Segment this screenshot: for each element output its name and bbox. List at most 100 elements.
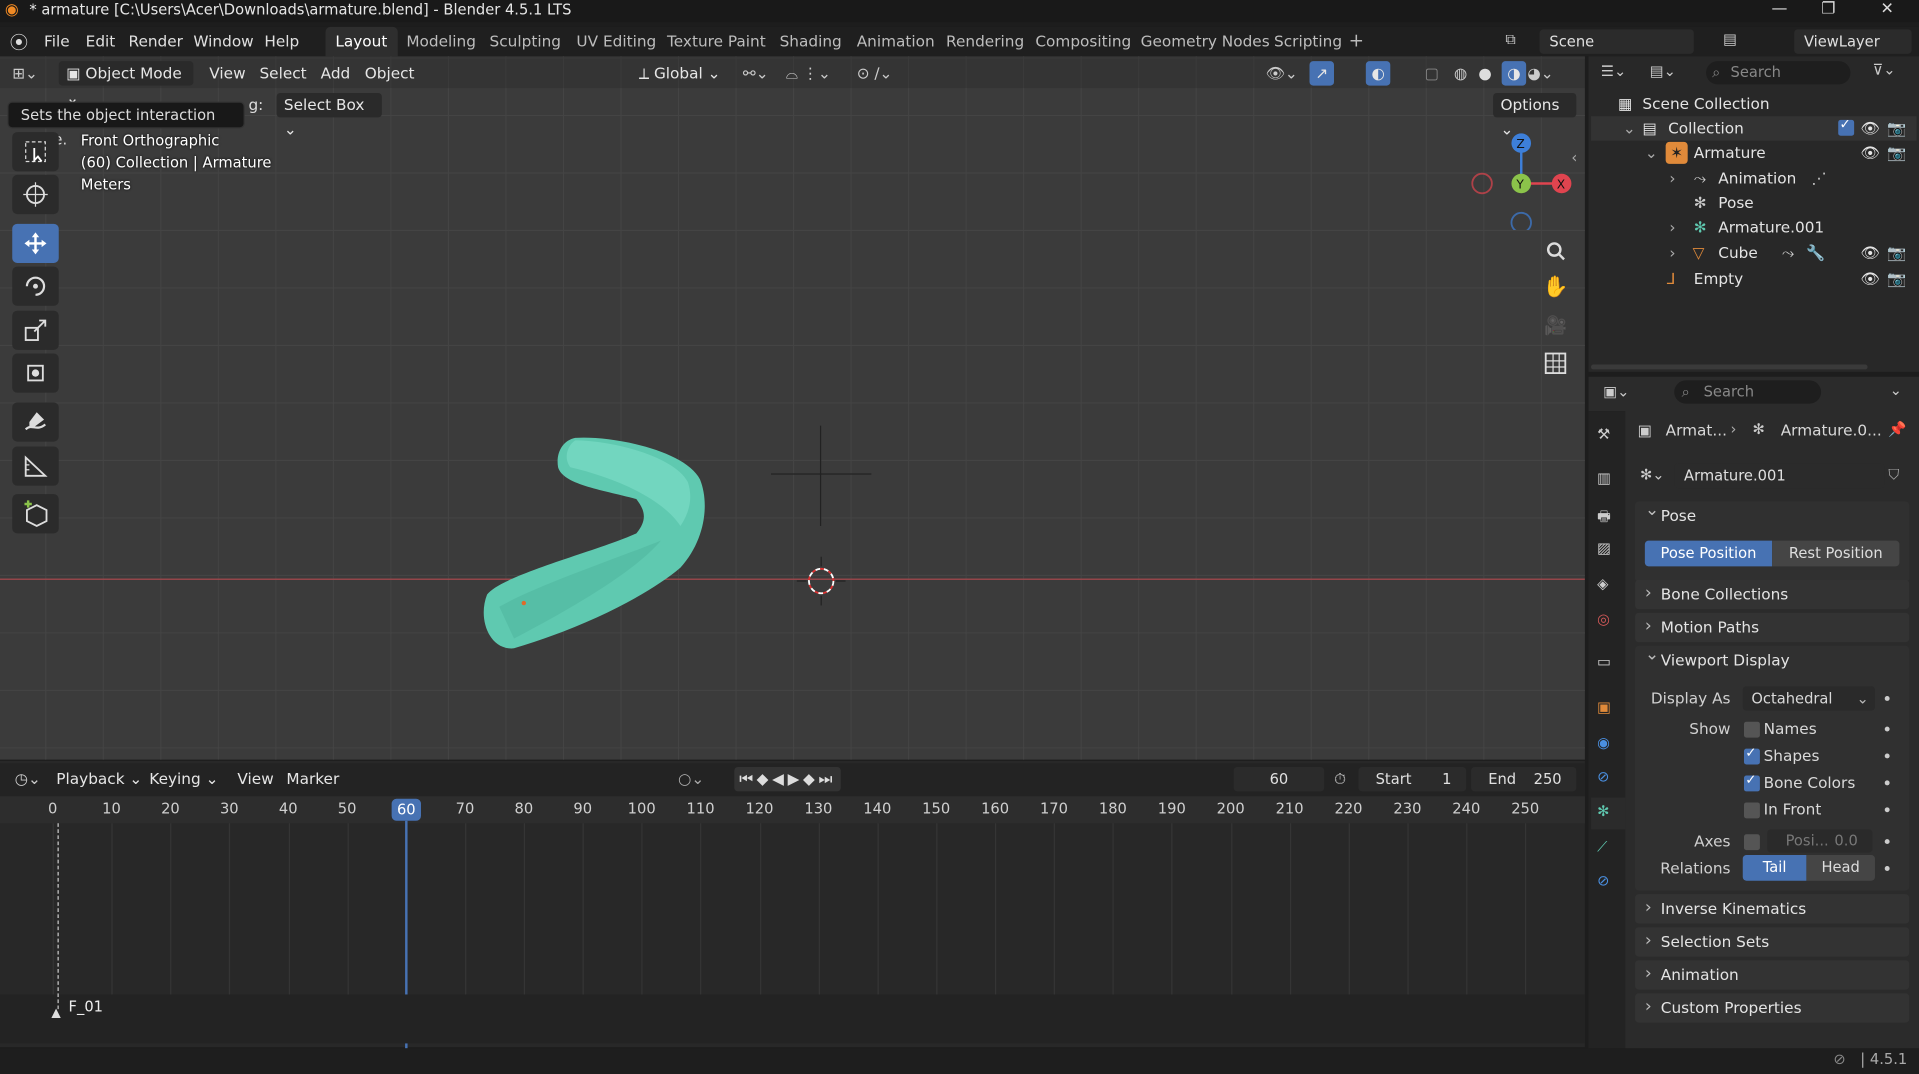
empty-visibility-icon[interactable]: 👁 <box>1860 267 1879 291</box>
menu-object[interactable]: Object <box>365 61 415 85</box>
orientation-dropdown[interactable]: ⟂ Global ⌄ <box>639 61 721 85</box>
3d-viewport[interactable]: Front Orthographic (60) Collection | Arm… <box>0 56 1585 760</box>
pivot-icon[interactable]: ⚯⌄ <box>743 61 769 85</box>
wireframe-shading-icon[interactable]: ◍ <box>1454 61 1467 85</box>
material-shading-icon[interactable]: ◑ <box>1501 61 1527 86</box>
timer-icon[interactable]: ⏱ <box>1334 767 1346 791</box>
tab-rendering[interactable]: Rendering <box>936 27 1034 56</box>
constraints-tab-icon[interactable]: ⊘ <box>1597 768 1619 790</box>
jump-start-icon[interactable]: ⏮ <box>739 769 756 787</box>
playback-controls[interactable]: ⏮◆◀▶◆⏭ <box>734 766 841 792</box>
add-cube-tool[interactable] <box>12 494 59 534</box>
collection-row[interactable]: Collection <box>1668 116 1744 140</box>
tab-geometry-nodes[interactable]: Geometry Nodes <box>1131 27 1280 56</box>
xray-icon[interactable]: ▢ <box>1425 61 1439 85</box>
tab-modeling[interactable]: Modeling <box>397 27 486 56</box>
menu-keying[interactable]: Keying ⌄ <box>149 767 218 791</box>
options-dropdown[interactable]: Options ⌄ <box>1493 92 1577 138</box>
tab-animation[interactable]: Animation <box>847 27 945 56</box>
world-tab-icon[interactable]: ◎ <box>1597 610 1619 632</box>
menu-file[interactable]: File <box>44 32 70 50</box>
tab-uv-editing[interactable]: UV Editing <box>567 27 666 56</box>
viewport-display-panel[interactable]: Viewport Display <box>1635 640 1910 891</box>
scale-tool[interactable] <box>12 310 59 350</box>
bone-tab-icon[interactable]: ⟋ <box>1597 838 1619 860</box>
play-reverse-icon[interactable]: ◀ <box>772 769 787 787</box>
outliner-scrollbar[interactable] <box>1591 364 1868 370</box>
motion-paths-panel[interactable]: Motion Paths <box>1635 612 1910 643</box>
menu-help[interactable]: Help <box>264 32 299 50</box>
armature-data-name-field[interactable]: Armature.001 <box>1674 463 1885 489</box>
end-frame-field[interactable]: End 250 <box>1471 766 1577 792</box>
bone-constraint-tab-icon[interactable]: ⊘ <box>1597 872 1619 894</box>
animation-row[interactable]: Animation <box>1718 166 1796 190</box>
cursor-tool[interactable] <box>12 174 59 215</box>
collection-tab-icon[interactable]: ▭ <box>1597 653 1619 675</box>
cube-row[interactable]: Cube <box>1718 241 1758 265</box>
timeline-editor-type-icon[interactable]: ◷⌄ <box>15 767 41 791</box>
3d-cursor-icon[interactable] <box>796 556 846 606</box>
scene-icon[interactable]: ⧉ <box>1505 31 1515 49</box>
visibility-icon[interactable]: 👁⌄ <box>1265 61 1297 85</box>
annotate-tool[interactable] <box>12 402 59 442</box>
blender-menu-icon[interactable]: ⦿ <box>10 29 28 55</box>
view-layer-icon[interactable]: ▤ <box>1723 31 1737 48</box>
output-tab-icon[interactable]: 🖶 <box>1597 505 1619 527</box>
tab-layout[interactable]: Layout <box>325 26 398 57</box>
proportional-edit-icon[interactable]: ⊙ ∕⌄ <box>857 61 893 85</box>
armature001-expand-icon[interactable]: › <box>1669 215 1675 239</box>
measure-tool[interactable] <box>12 446 59 486</box>
filter-icon[interactable]: ⊽⌄ <box>1872 61 1895 78</box>
bent-tube-mesh[interactable] <box>465 423 722 655</box>
breadcrumb-object[interactable]: Armat... <box>1666 421 1727 439</box>
fake-user-shield-icon[interactable]: ⛉ <box>1888 466 1899 484</box>
auto-keying-icon[interactable]: ○⌄ <box>678 767 704 791</box>
display-mode-icon[interactable]: ▤⌄ <box>1650 62 1676 79</box>
collection-render-icon[interactable]: 📷 <box>1887 116 1906 140</box>
maximize-button[interactable]: ❐ <box>1804 0 1853 22</box>
select-box-dropdown[interactable]: Select Box ⌄ <box>276 92 382 138</box>
cube-visibility-icon[interactable]: 👁 <box>1860 241 1879 265</box>
solid-shading-icon[interactable]: ● <box>1478 61 1491 85</box>
properties-search-input[interactable]: ⌕ Search <box>1674 380 1822 404</box>
minimize-button[interactable]: — <box>1755 0 1804 22</box>
names-checkbox[interactable] <box>1743 721 1760 738</box>
gizmo-toggle-icon[interactable]: ↗ <box>1309 61 1334 86</box>
object-tab-icon[interactable]: ▣ <box>1597 698 1619 720</box>
object-mode-dropdown[interactable]: ▣ Object Mode ⌄ <box>58 61 194 106</box>
pose-row[interactable]: Pose <box>1718 191 1753 215</box>
rotate-tool[interactable] <box>12 266 59 306</box>
scene-name-field[interactable]: Scene <box>1539 29 1694 54</box>
menu-timeline-view[interactable]: View <box>237 767 273 791</box>
view-layer-tab-icon[interactable]: ▨ <box>1597 539 1619 561</box>
shapes-checkbox[interactable] <box>1743 745 1760 765</box>
armature-expand-icon[interactable]: ⌄ <box>1645 141 1658 165</box>
overlay-toggle-icon[interactable]: ◐ <box>1365 61 1391 86</box>
armature-visibility-icon[interactable]: 👁 <box>1860 141 1879 165</box>
close-button[interactable]: ✕ <box>1863 0 1912 22</box>
select-box-tool[interactable] <box>12 132 59 172</box>
pin-icon[interactable]: 📌 <box>1888 421 1906 438</box>
view-layer-field[interactable]: ViewLayer <box>1794 29 1912 54</box>
menu-window[interactable]: Window <box>193 32 253 50</box>
rendered-shading-icon[interactable]: ◕⌄ <box>1527 61 1553 85</box>
properties-editor-type-icon[interactable]: ▣⌄ <box>1603 383 1629 400</box>
bone-colors-checkbox[interactable] <box>1743 772 1760 792</box>
prev-keyframe-icon[interactable]: ◆ <box>757 769 772 787</box>
marker-icon[interactable]: ▲ <box>51 1007 60 1020</box>
play-icon[interactable]: ▶ <box>788 769 803 787</box>
next-keyframe-icon[interactable]: ◆ <box>803 769 818 787</box>
animation-expand-icon[interactable]: › <box>1669 166 1675 190</box>
custom-properties-panel[interactable]: Custom Properties <box>1635 992 1910 1023</box>
properties-options-icon[interactable]: ⌄ <box>1890 382 1902 399</box>
render-tab-icon[interactable]: ▥ <box>1597 470 1619 492</box>
armature-data-tab-icon[interactable]: ✻ <box>1597 802 1619 824</box>
sidebar-toggle-icon[interactable]: ‹ <box>1571 149 1577 166</box>
tab-compositing[interactable]: Compositing <box>1026 27 1141 56</box>
armature-render-icon[interactable]: 📷 <box>1887 141 1906 165</box>
add-workspace-icon[interactable]: + <box>1349 29 1364 51</box>
menu-playback[interactable]: Playback ⌄ <box>56 767 142 791</box>
playhead-frame[interactable]: 60 <box>391 798 422 821</box>
tab-shading[interactable]: Shading <box>770 27 852 56</box>
physics-tab-icon[interactable]: ◉ <box>1597 734 1619 756</box>
